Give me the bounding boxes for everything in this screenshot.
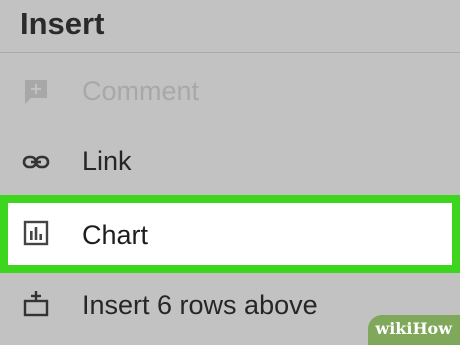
menu-item-label: Comment <box>82 76 200 106</box>
menu-item-comment[interactable]: Comment <box>0 56 460 128</box>
menu-item-label: Insert 6 rows above <box>82 290 318 320</box>
menu-item-label: Link <box>82 146 132 176</box>
menu-header: Insert <box>0 0 460 53</box>
watermark-text: wikiHow <box>375 319 452 338</box>
wikihow-watermark: wikiHow <box>368 315 460 345</box>
insert-rows-above-icon <box>23 291 49 317</box>
chart-icon <box>23 220 49 246</box>
menu-item-link[interactable]: Link <box>0 128 460 200</box>
menu-item-chart[interactable]: Chart <box>0 195 460 273</box>
menu-title: Insert <box>20 6 105 41</box>
comment-add-icon <box>25 80 47 104</box>
menu-item-label: Chart <box>82 220 149 250</box>
link-icon <box>22 155 50 169</box>
